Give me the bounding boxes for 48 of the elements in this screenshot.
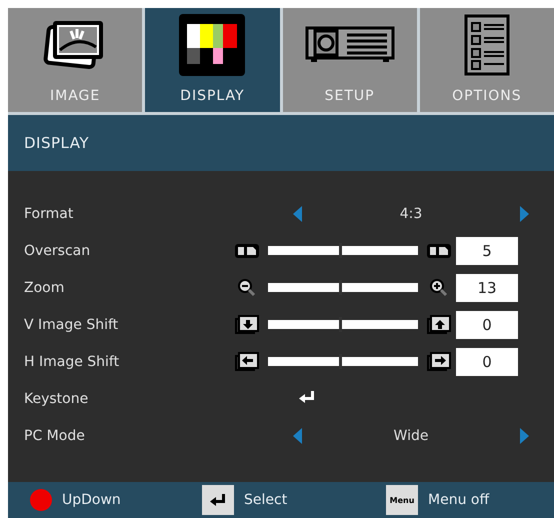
- overscan-icon: [234, 242, 260, 258]
- setting-label: Zoom: [23, 280, 66, 296]
- setting-label: H Image Shift: [23, 354, 120, 370]
- value-field: 13: [456, 274, 518, 302]
- slider-track[interactable]: [268, 283, 418, 292]
- hint-label: Select: [244, 492, 288, 508]
- value-field: 0: [456, 310, 518, 338]
- menu-tab[interactable]: IMAGE: [8, 8, 142, 112]
- menu-tab[interactable]: DISPLAY: [145, 8, 280, 112]
- left-arrow-icon[interactable]: [292, 204, 303, 222]
- option-value: 4:3: [400, 206, 422, 222]
- section-title: DISPLAY: [24, 134, 90, 152]
- value-field: 0: [456, 348, 518, 376]
- zoom-in-icon: [429, 278, 449, 298]
- value-field: 5: [456, 236, 518, 264]
- slider-thumb[interactable]: [339, 317, 342, 332]
- option-value: Wide: [394, 428, 428, 444]
- right-arrow-icon[interactable]: [519, 426, 530, 444]
- slider-track[interactable]: [268, 320, 418, 329]
- setting-label: Overscan: [23, 242, 92, 258]
- color-bars-icon: [179, 14, 246, 76]
- menu-key: Menu: [386, 485, 418, 515]
- hint-label: UpDown: [62, 492, 121, 508]
- shift-left-icon: [235, 352, 259, 372]
- setting-label: V Image Shift: [23, 316, 120, 332]
- slider-thumb[interactable]: [339, 280, 342, 295]
- enter-icon: [209, 493, 227, 507]
- menu-tab[interactable]: OPTIONS: [420, 8, 554, 112]
- overscan-icon: [426, 242, 452, 258]
- slider-thumb[interactable]: [339, 243, 342, 258]
- setting-label: Format: [23, 206, 74, 222]
- left-arrow-icon[interactable]: [292, 426, 303, 444]
- hint-label: Menu off: [428, 492, 490, 508]
- setting-label: Keystone: [23, 390, 90, 406]
- shift-right-icon: [427, 352, 451, 372]
- shift-down-icon: [235, 314, 259, 334]
- enter-icon: [298, 390, 316, 404]
- menu-tab[interactable]: SETUP: [282, 8, 417, 112]
- checklist-icon: [464, 14, 510, 76]
- zoom-out-icon: [237, 278, 257, 298]
- setting-label: PC Mode: [23, 428, 86, 444]
- projector-icon: [304, 26, 395, 64]
- slider-thumb[interactable]: [339, 354, 342, 369]
- right-arrow-icon[interactable]: [519, 204, 530, 222]
- slider-track[interactable]: [268, 246, 418, 255]
- shift-up-icon: [427, 314, 451, 334]
- button-icon: [30, 489, 52, 511]
- slider-track[interactable]: [268, 357, 418, 366]
